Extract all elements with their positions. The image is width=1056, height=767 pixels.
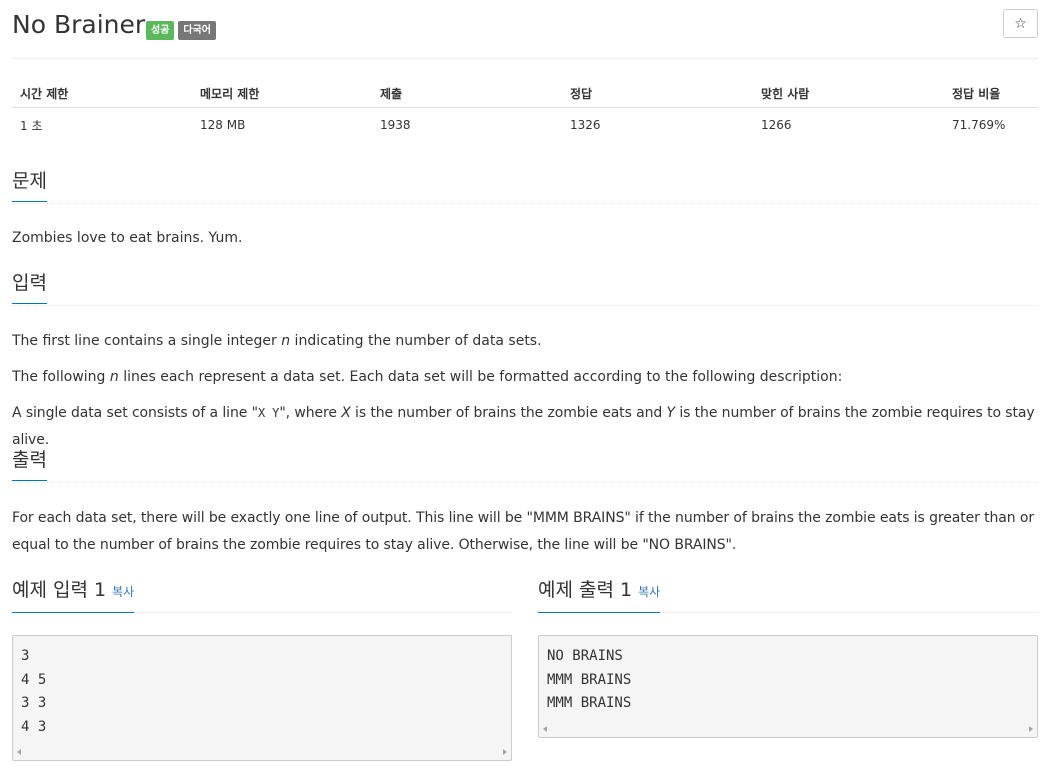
copy-sample-output-button[interactable]: 복사 — [638, 585, 660, 599]
sample-input-label: 예제 입력 1 — [12, 579, 107, 601]
header-memory-limit: 메모리 제한 — [192, 80, 372, 108]
input-section-headline: 입력 — [12, 271, 1038, 306]
memory-limit-value: 128 MB — [200, 118, 246, 132]
output-description: For each data set, there will be exactly… — [12, 510, 1035, 553]
problem-title: No Brainer — [12, 10, 146, 39]
input-line-3-var-y: Y — [666, 405, 676, 421]
header-time-limit: 시간 제한 — [12, 80, 192, 108]
header-submissions: 제출 — [372, 80, 562, 108]
input-line-2-text-b: lines each represent a data set. Each da… — [118, 369, 843, 385]
sample-input-headline: 예제 입력 1 복사 — [12, 576, 512, 613]
input-section-title: 입력 — [12, 271, 47, 304]
sample-input-title: 예제 입력 1 복사 — [12, 578, 135, 613]
scroll-right-icon[interactable] — [1029, 726, 1033, 732]
input-line-3-text-b: ", where — [279, 405, 342, 421]
header-accept-ratio: 정답 비율 — [944, 80, 1038, 108]
submissions-value: 1938 — [380, 118, 411, 132]
scroll-left-icon[interactable] — [543, 726, 547, 732]
favorite-button[interactable]: ☆ — [1003, 9, 1038, 38]
sample-output-title: 예제 출력 1 복사 — [538, 578, 661, 613]
input-line-2: The following n lines each represent a d… — [12, 364, 1038, 391]
problem-section-title: 문제 — [12, 169, 47, 202]
input-line-3-text-c: is the number of brains the zombie eats … — [350, 405, 667, 421]
problem-page: No Brainer 성공 다국어 ☆ 시간 제한 메모리 제한 제출 정답 맞… — [12, 0, 1038, 761]
input-line-3-var-x: X — [341, 405, 351, 421]
input-line-3-text-a: A single data set consists of a line " — [12, 405, 258, 421]
problem-description: Zombies love to eat brains. Yum. — [12, 230, 243, 246]
scroll-left-icon[interactable] — [17, 749, 21, 755]
accepted-value: 1326 — [570, 118, 601, 132]
output-section-title: 출력 — [12, 448, 47, 481]
success-badge: 성공 — [146, 21, 175, 40]
accept-ratio-value: 71.769% — [952, 118, 1006, 132]
sample-output-panel: 예제 출력 1 복사 NO BRAINS MMM BRAINS MMM BRAIN… — [538, 576, 1038, 738]
sample-input-box[interactable]: 3 4 5 3 3 4 3 — [12, 635, 512, 761]
info-header-row: 시간 제한 메모리 제한 제출 정답 맞힌 사람 정답 비율 — [12, 80, 1038, 108]
input-line-3: A single data set consists of a line "X … — [12, 400, 1038, 454]
problem-header: No Brainer 성공 다국어 ☆ — [12, 0, 1038, 59]
header-solvers: 맞힌 사람 — [753, 80, 944, 108]
output-section-headline: 출력 — [12, 448, 1038, 483]
problem-info-table: 시간 제한 메모리 제한 제출 정답 맞힌 사람 정답 비율 1 초 128 M… — [12, 80, 1038, 142]
input-format-code: X Y — [257, 406, 280, 420]
input-line-1-var: n — [281, 333, 291, 349]
sample-output-content: NO BRAINS MMM BRAINS MMM BRAINS — [547, 648, 632, 711]
sample-output-label: 예제 출력 1 — [538, 579, 633, 601]
badge-group: 성공 다국어 — [146, 21, 217, 40]
input-line-2-text-a: The following — [12, 369, 110, 385]
sample-output-box[interactable]: NO BRAINS MMM BRAINS MMM BRAINS — [538, 635, 1038, 738]
solvers-value: 1266 — [761, 118, 792, 132]
sample-input-content: 3 4 5 3 3 4 3 — [21, 648, 47, 735]
input-line-1: The first line contains a single integer… — [12, 328, 1038, 355]
sample-input-scrollbar[interactable] — [17, 747, 507, 757]
input-line-1-text-b: indicating the number of data sets. — [290, 333, 542, 349]
sample-input-panel: 예제 입력 1 복사 3 4 5 3 3 4 3 — [12, 576, 512, 761]
sample-output-headline: 예제 출력 1 복사 — [538, 576, 1038, 613]
multilang-badge: 다국어 — [178, 21, 217, 40]
copy-sample-input-button[interactable]: 복사 — [112, 585, 134, 599]
sample-output-scrollbar[interactable] — [543, 724, 1033, 734]
input-line-2-var: n — [109, 369, 119, 385]
problem-section-headline: 문제 — [12, 169, 1038, 204]
scroll-right-icon[interactable] — [503, 749, 507, 755]
input-line-1-text-a: The first line contains a single integer — [12, 333, 282, 349]
star-icon: ☆ — [1014, 15, 1027, 32]
time-limit-value: 1 초 — [20, 118, 43, 133]
info-value-row: 1 초 128 MB 1938 1326 1266 71.769% — [12, 108, 1038, 143]
header-accepted: 정답 — [562, 80, 753, 108]
